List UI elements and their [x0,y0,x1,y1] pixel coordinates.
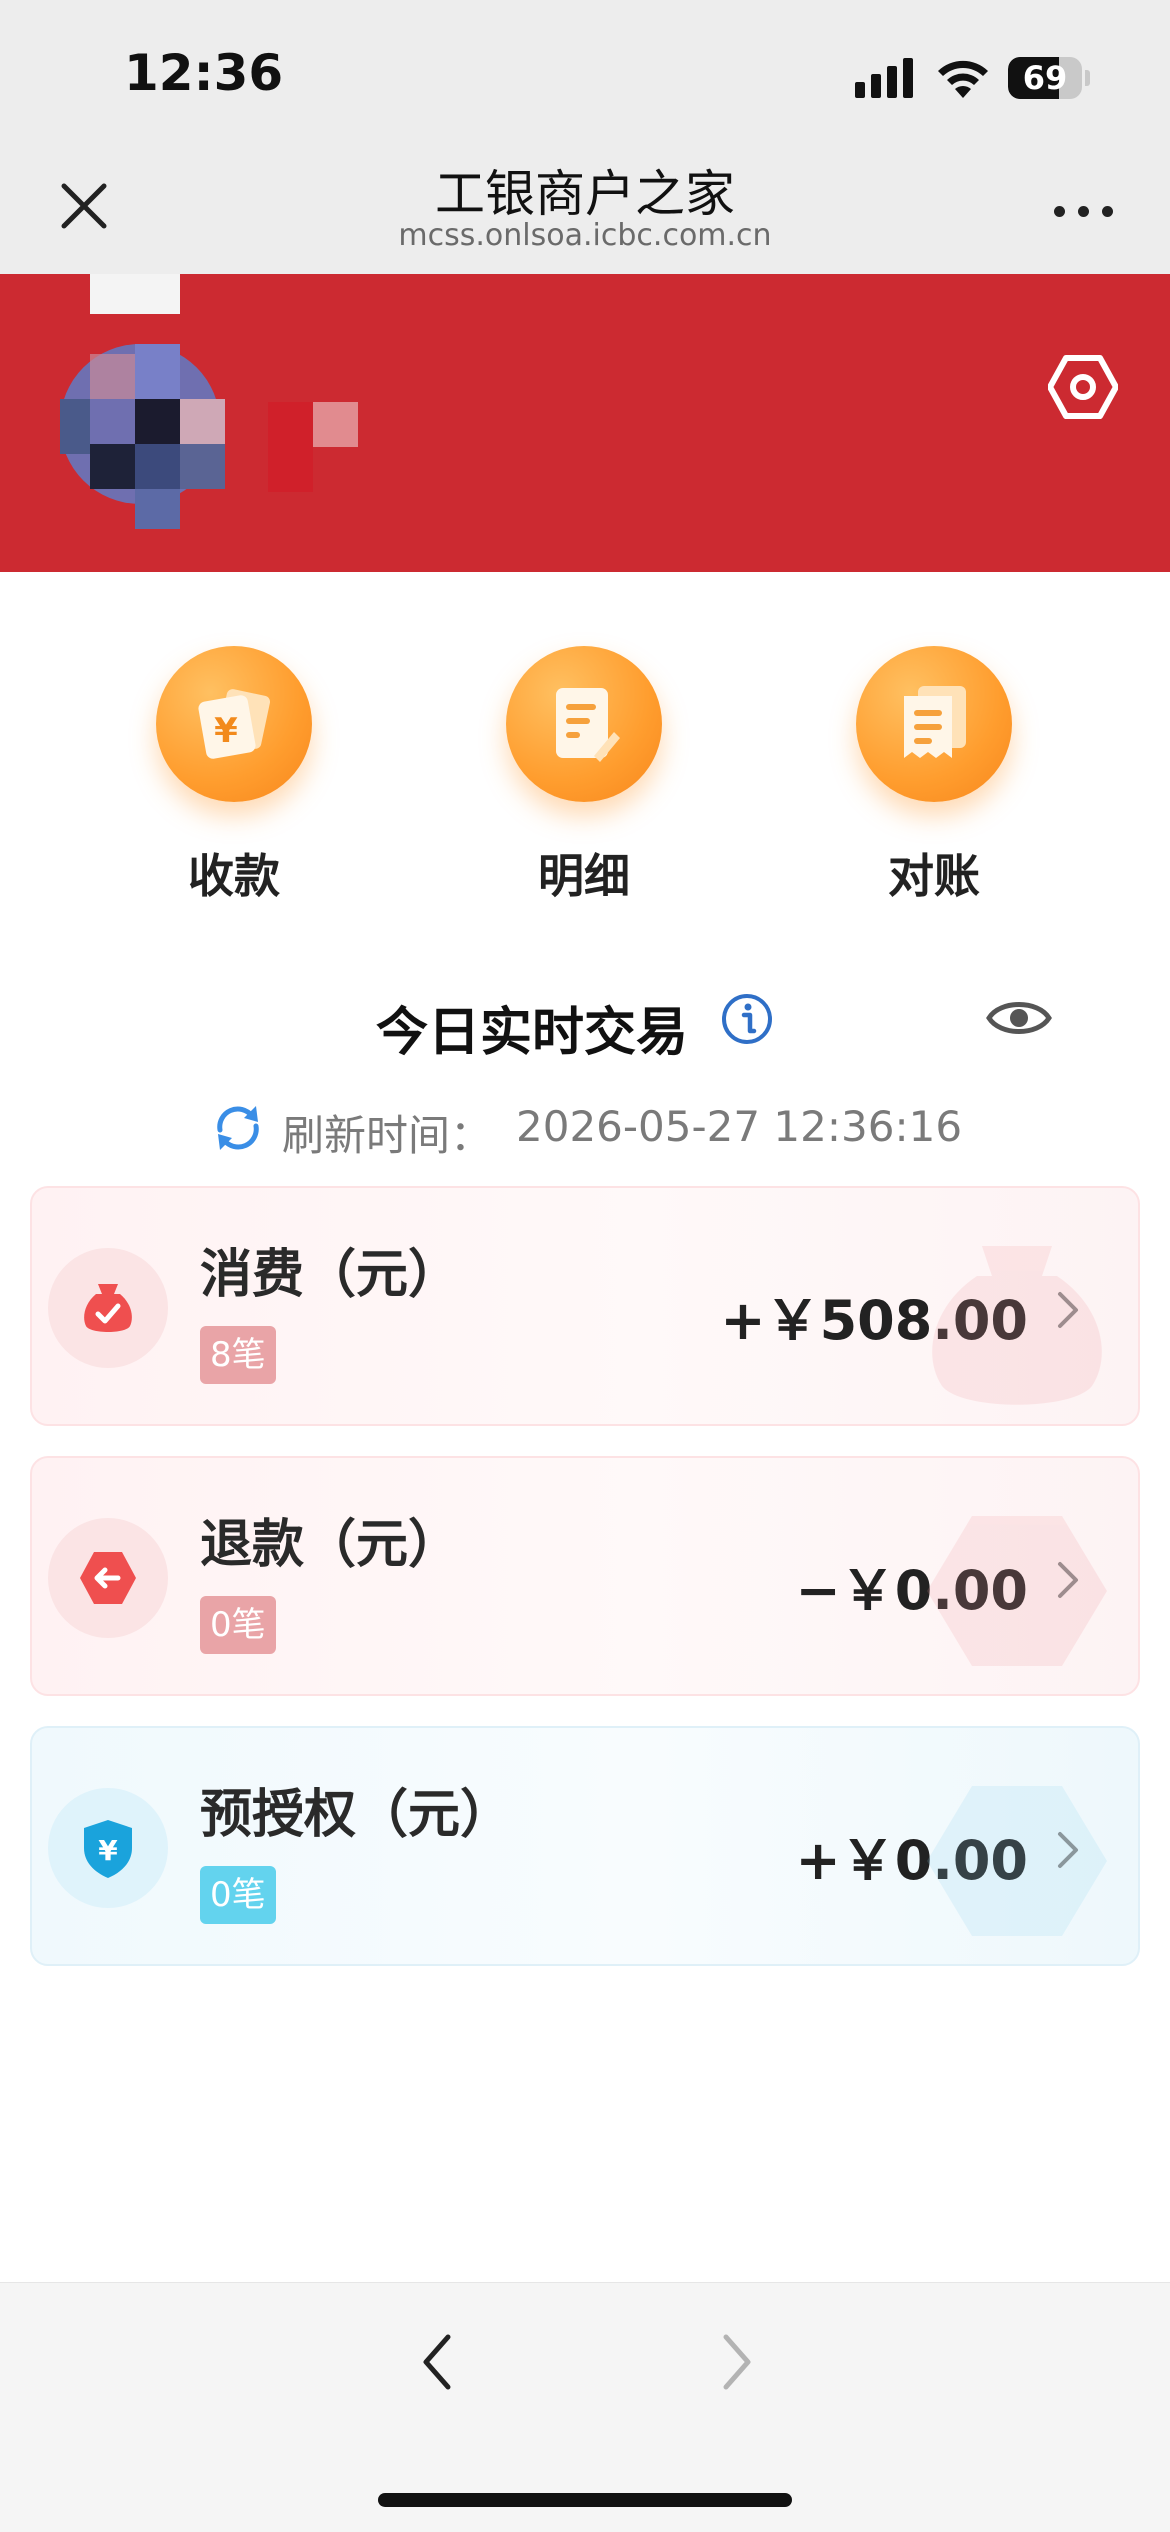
wifi-icon [938,60,988,98]
details-icon [506,646,662,802]
mosaic-block [313,402,358,447]
details-button[interactable]: 明细 [474,640,694,910]
shield-watermark-icon [927,1786,1107,1936]
info-icon[interactable] [720,992,774,1046]
transaction-count-badge: 0笔 [200,1596,276,1654]
card-title: 退款（元） [200,1515,461,1575]
avatar[interactable] [60,344,225,529]
forward-arrow-icon[interactable] [712,2327,762,2397]
refund-card[interactable]: 退款（元） 0笔 −￥0.00 [30,1456,1140,1696]
card-title: 消费（元） [200,1245,461,1305]
consumption-card[interactable]: 消费（元） 8笔 +￥508.00 [30,1186,1140,1426]
home-indicator[interactable] [378,2493,792,2507]
mosaic-block [90,274,180,314]
svg-text:¥: ¥ [214,711,238,751]
quick-actions: ¥ 收款 明细 对账 [0,640,1170,910]
more-options-icon[interactable] [1052,200,1116,224]
page-title: 工银商户之家 [435,165,735,223]
receive-payment-label: 收款 [188,849,280,903]
battery-icon: 69 [1008,57,1090,99]
reconcile-icon [856,646,1012,802]
cellular-signal-icon [855,58,913,98]
battery-percent: 69 [1022,59,1068,97]
browser-bottom-bar [0,2282,1170,2532]
refund-watermark-icon [927,1516,1107,1666]
refund-icon [48,1518,168,1638]
settings-icon[interactable] [1048,352,1118,422]
pre-authorization-card[interactable]: ¥ 预授权（元） 0笔 +￥0.00 [30,1726,1140,1966]
transaction-count-badge: 8笔 [200,1326,276,1384]
svg-text:¥: ¥ [98,1834,118,1867]
back-arrow-icon[interactable] [412,2327,462,2397]
title-bar: 工银商户之家 mcss.onlsoa.icbc.com.cn [0,140,1170,274]
card-title: 预授权（元） [200,1785,513,1845]
section-title: 今日实时交易 [376,1003,689,1063]
refresh-time: 2026-05-27 12:36:16 [516,1102,963,1151]
refresh-icon[interactable] [210,1100,266,1156]
transaction-count-badge: 0笔 [200,1866,276,1924]
eye-icon[interactable] [986,996,1052,1040]
status-time: 12:36 [124,44,284,102]
mosaic-block [268,402,313,492]
details-label: 明细 [538,849,630,903]
refresh-label: 刷新时间： [282,1111,493,1160]
merchant-banner [0,274,1170,572]
page-url: mcss.onlsoa.icbc.com.cn [398,218,772,253]
shield-yen-icon: ¥ [48,1788,168,1908]
receive-payment-icon: ¥ [156,646,312,802]
reconcile-button[interactable]: 对账 [824,640,1044,910]
money-bag-icon [48,1248,168,1368]
status-bar: 12:36 69 [0,0,1170,140]
money-bag-watermark-icon [932,1246,1102,1405]
receive-payment-button[interactable]: ¥ 收款 [124,640,344,910]
reconcile-label: 对账 [888,849,980,903]
